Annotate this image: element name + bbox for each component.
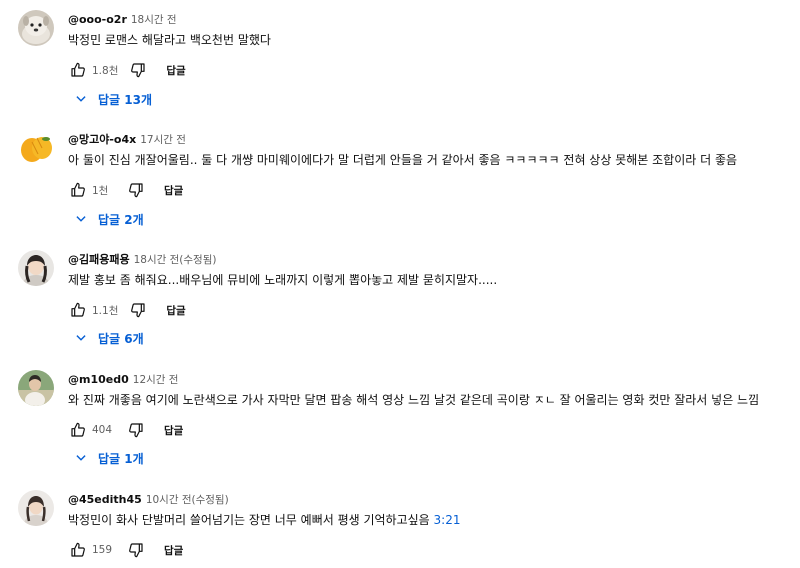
comment-text-container: 박정민이 화사 단발머리 쓸어넘기는 장면 너무 예뻐서 평생 기억하고싶음 3… xyxy=(68,511,800,529)
mango-avatar-icon[interactable] xyxy=(18,130,54,166)
replies-label: 답글 1개 xyxy=(98,451,144,466)
comment-body: @45edith45 10시간 전(수정됨) 박정민이 화사 단발머리 쓸어넘기는… xyxy=(68,490,800,558)
replies-label: 답글 2개 xyxy=(98,212,144,227)
dislike-icon[interactable] xyxy=(126,540,146,560)
comment-body: @m10ed0 12시간 전 와 진짜 개좋음 여기에 노란색으로 가사 자막만 … xyxy=(68,370,800,438)
comment-time[interactable]: 18시간 전(수정됨) xyxy=(134,254,217,266)
reply-button[interactable]: 답글 xyxy=(166,63,185,78)
view-replies-button[interactable]: 답글 1개 xyxy=(74,449,144,467)
dislike-icon[interactable] xyxy=(128,300,148,320)
comment-actions: 159 답글 xyxy=(68,540,183,560)
view-replies-button[interactable]: 답글 2개 xyxy=(74,210,144,228)
comment-item: @김패용패용 18시간 전(수정됨) 제발 홍보 좀 해줘요...배우님에 뮤비에… xyxy=(0,250,800,355)
comment-time[interactable]: 17시간 전 xyxy=(140,134,186,146)
comment-time[interactable]: 10시간 전(수정됨) xyxy=(146,494,229,506)
like-icon[interactable] xyxy=(68,300,88,320)
dislike-icon[interactable] xyxy=(126,180,146,200)
view-replies-button[interactable]: 답글 6개 xyxy=(74,329,144,347)
comment-time[interactable]: 12시간 전 xyxy=(133,374,179,386)
like-count: 1.8천 xyxy=(92,64,119,77)
comment-meta: @망고야-o4x 17시간 전 xyxy=(68,130,800,146)
comment-meta: @ooo-o2r 18시간 전 xyxy=(68,10,800,26)
like-count: 1.1천 xyxy=(92,304,119,317)
comment-author[interactable]: @ooo-o2r xyxy=(68,13,127,26)
comment-text: 제발 홍보 좀 해줘요...배우님에 뮤비에 노래까지 이렇게 뽑아놓고 제발 … xyxy=(68,273,498,287)
comment-author[interactable]: @김패용패용 xyxy=(68,253,130,266)
reply-button[interactable]: 답글 xyxy=(164,423,183,438)
chevron-down-icon xyxy=(74,212,88,226)
comment-text: 와 진짜 개좋음 여기에 노란색으로 가사 자막만 달면 팝송 해석 영상 느낌… xyxy=(68,393,760,407)
comment-text: 박정민 로맨스 해달라고 백오천번 말했다 xyxy=(68,33,271,47)
dislike-icon[interactable] xyxy=(128,60,148,80)
comment-actions: 404 답글 xyxy=(68,420,183,440)
timestamp-link[interactable]: 3:21 xyxy=(434,513,461,527)
comment-actions: 1.8천 답글 xyxy=(68,60,186,80)
person-avatar-icon[interactable] xyxy=(18,490,54,526)
comment-meta: @김패용패용 18시간 전(수정됨) xyxy=(68,250,800,266)
like-icon[interactable] xyxy=(68,540,88,560)
replies-label: 답글 6개 xyxy=(98,331,144,346)
view-replies-button[interactable]: 답글 13개 xyxy=(74,90,152,108)
comment-author[interactable]: @45edith45 xyxy=(68,493,142,506)
comment-actions: 1천 답글 xyxy=(68,180,183,200)
like-icon[interactable] xyxy=(68,60,88,80)
replies-label: 답글 13개 xyxy=(98,92,152,107)
comment-item: @m10ed0 12시간 전 와 진짜 개좋음 여기에 노란색으로 가사 자막만 … xyxy=(0,370,800,475)
reply-button[interactable]: 답글 xyxy=(164,183,183,198)
like-count: 1천 xyxy=(92,184,109,197)
reply-button[interactable]: 답글 xyxy=(164,543,183,558)
comment-item: @ooo-o2r 18시간 전 박정민 로맨스 해달라고 백오천번 말했다 1.8… xyxy=(0,10,800,115)
comment-text: 아 둘이 진심 개잘어울림.. 둘 다 개썅 마미웨이에다가 말 더럽게 안들을… xyxy=(68,153,738,167)
comment-body: @망고야-o4x 17시간 전 아 둘이 진심 개잘어울림.. 둘 다 개썅 마미… xyxy=(68,130,800,198)
comment-item: @망고야-o4x 17시간 전 아 둘이 진심 개잘어울림.. 둘 다 개썅 마미… xyxy=(0,130,800,235)
comment-meta: @45edith45 10시간 전(수정됨) xyxy=(68,490,800,506)
comment-meta: @m10ed0 12시간 전 xyxy=(68,370,800,386)
comment-body: @ooo-o2r 18시간 전 박정민 로맨스 해달라고 백오천번 말했다 1.8… xyxy=(68,10,800,78)
dog-avatar-icon[interactable] xyxy=(18,10,54,46)
comment-text: 박정민이 화사 단발머리 쓸어넘기는 장면 너무 예뻐서 평생 기억하고싶음 xyxy=(68,513,434,527)
photo-avatar-icon[interactable] xyxy=(18,370,54,406)
comment-actions: 1.1천 답글 xyxy=(68,300,186,320)
comment-time[interactable]: 18시간 전 xyxy=(131,14,177,26)
comment-author[interactable]: @망고야-o4x xyxy=(68,133,136,146)
like-count: 404 xyxy=(92,424,113,436)
like-icon[interactable] xyxy=(68,180,88,200)
reply-button[interactable]: 답글 xyxy=(166,303,185,318)
like-count: 159 xyxy=(92,544,113,556)
like-icon[interactable] xyxy=(68,420,88,440)
comment-author[interactable]: @m10ed0 xyxy=(68,373,129,386)
comment-body: @김패용패용 18시간 전(수정됨) 제발 홍보 좀 해줘요...배우님에 뮤비에… xyxy=(68,250,800,318)
dislike-icon[interactable] xyxy=(126,420,146,440)
chevron-down-icon xyxy=(74,92,88,106)
person-avatar-icon[interactable] xyxy=(18,250,54,286)
comment-item: @45edith45 10시간 전(수정됨) 박정민이 화사 단발머리 쓸어넘기는… xyxy=(0,490,800,562)
chevron-down-icon xyxy=(74,451,88,465)
chevron-down-icon xyxy=(74,331,88,345)
